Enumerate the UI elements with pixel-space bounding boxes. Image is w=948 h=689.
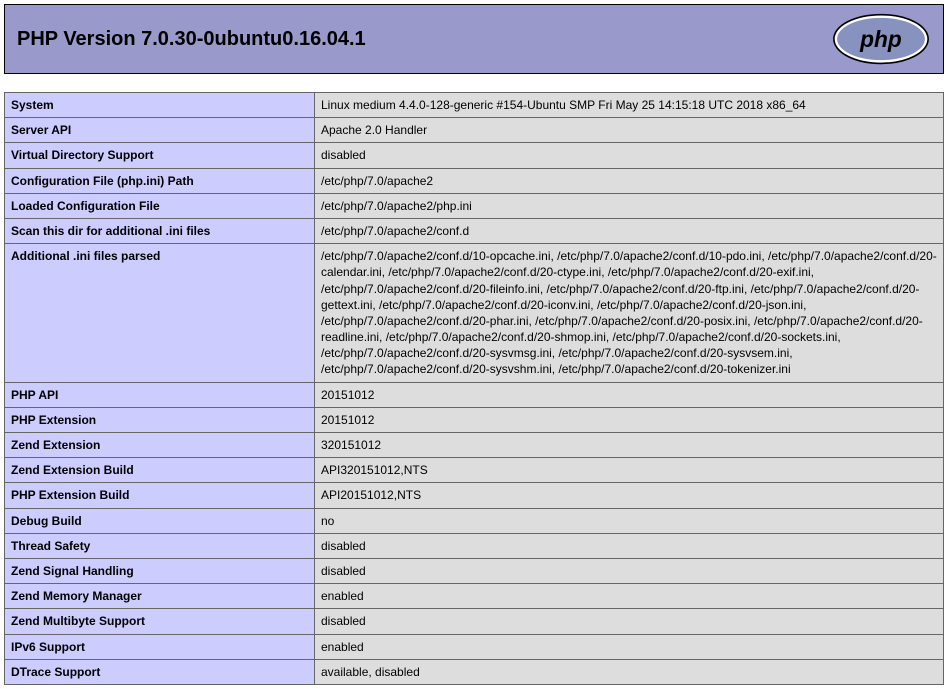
config-value: /etc/php/7.0/apache2/conf.d bbox=[315, 218, 944, 243]
table-row: Additional .ini files parsed/etc/php/7.0… bbox=[5, 244, 944, 383]
config-value: disabled bbox=[315, 609, 944, 634]
table-row: DTrace Supportavailable, disabled bbox=[5, 659, 944, 684]
phpinfo-header: PHP Version 7.0.30-0ubuntu0.16.04.1 php bbox=[4, 4, 944, 74]
config-label: Zend Memory Manager bbox=[5, 584, 315, 609]
config-value: 20151012 bbox=[315, 382, 944, 407]
table-row: Zend Multibyte Supportdisabled bbox=[5, 609, 944, 634]
page-title: PHP Version 7.0.30-0ubuntu0.16.04.1 bbox=[17, 28, 366, 51]
config-value: Apache 2.0 Handler bbox=[315, 118, 944, 143]
table-row: PHP Extension20151012 bbox=[5, 407, 944, 432]
config-value: available, disabled bbox=[315, 659, 944, 684]
table-row: SystemLinux medium 4.4.0-128-generic #15… bbox=[5, 93, 944, 118]
config-value: /etc/php/7.0/apache2 bbox=[315, 168, 944, 193]
config-label: Debug Build bbox=[5, 508, 315, 533]
config-label: Configuration File (php.ini) Path bbox=[5, 168, 315, 193]
config-label: Loaded Configuration File bbox=[5, 193, 315, 218]
config-label: Zend Multibyte Support bbox=[5, 609, 315, 634]
config-value: disabled bbox=[315, 558, 944, 583]
table-row: Server APIApache 2.0 Handler bbox=[5, 118, 944, 143]
phpinfo-table: SystemLinux medium 4.4.0-128-generic #15… bbox=[4, 92, 944, 685]
table-row: Thread Safetydisabled bbox=[5, 533, 944, 558]
config-value: 20151012 bbox=[315, 407, 944, 432]
config-label: Zend Extension bbox=[5, 433, 315, 458]
config-label: PHP Extension bbox=[5, 407, 315, 432]
config-label: Thread Safety bbox=[5, 533, 315, 558]
table-row: Zend Extension BuildAPI320151012,NTS bbox=[5, 458, 944, 483]
table-row: Debug Buildno bbox=[5, 508, 944, 533]
config-value: disabled bbox=[315, 533, 944, 558]
config-value: Linux medium 4.4.0-128-generic #154-Ubun… bbox=[315, 93, 944, 118]
svg-text:php: php bbox=[859, 26, 902, 52]
config-value: enabled bbox=[315, 584, 944, 609]
php-logo-icon: php bbox=[831, 13, 931, 65]
table-row: Virtual Directory Supportdisabled bbox=[5, 143, 944, 168]
config-value: no bbox=[315, 508, 944, 533]
config-label: Zend Signal Handling bbox=[5, 558, 315, 583]
config-value: /etc/php/7.0/apache2/conf.d/10-opcache.i… bbox=[315, 244, 944, 383]
config-label: PHP API bbox=[5, 382, 315, 407]
config-label: IPv6 Support bbox=[5, 634, 315, 659]
config-value: API320151012,NTS bbox=[315, 458, 944, 483]
config-label: Virtual Directory Support bbox=[5, 143, 315, 168]
table-row: Configuration File (php.ini) Path/etc/ph… bbox=[5, 168, 944, 193]
config-value: disabled bbox=[315, 143, 944, 168]
table-row: Scan this dir for additional .ini files/… bbox=[5, 218, 944, 243]
config-value: API20151012,NTS bbox=[315, 483, 944, 508]
config-label: System bbox=[5, 93, 315, 118]
table-row: Zend Memory Managerenabled bbox=[5, 584, 944, 609]
table-row: PHP API20151012 bbox=[5, 382, 944, 407]
config-label: PHP Extension Build bbox=[5, 483, 315, 508]
table-row: IPv6 Supportenabled bbox=[5, 634, 944, 659]
config-value: enabled bbox=[315, 634, 944, 659]
config-label: Scan this dir for additional .ini files bbox=[5, 218, 315, 243]
config-value: 320151012 bbox=[315, 433, 944, 458]
table-row: PHP Extension BuildAPI20151012,NTS bbox=[5, 483, 944, 508]
config-label: DTrace Support bbox=[5, 659, 315, 684]
config-label: Zend Extension Build bbox=[5, 458, 315, 483]
table-row: Zend Signal Handlingdisabled bbox=[5, 558, 944, 583]
config-label: Additional .ini files parsed bbox=[5, 244, 315, 383]
table-row: Zend Extension320151012 bbox=[5, 433, 944, 458]
table-row: Loaded Configuration File/etc/php/7.0/ap… bbox=[5, 193, 944, 218]
config-label: Server API bbox=[5, 118, 315, 143]
config-value: /etc/php/7.0/apache2/php.ini bbox=[315, 193, 944, 218]
